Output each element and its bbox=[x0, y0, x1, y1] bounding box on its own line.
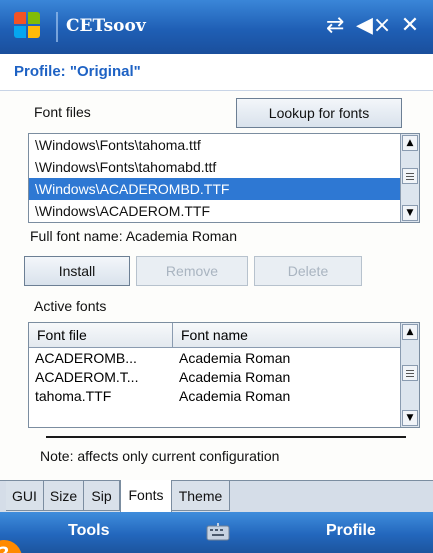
list-item-selected[interactable]: \Windows\ACADEROMBD.TTF bbox=[29, 178, 419, 200]
connectivity-icon[interactable]: ⇄ bbox=[326, 14, 344, 38]
tab-gui[interactable]: GUI bbox=[6, 481, 44, 511]
scroll-up-icon[interactable]: ▲ bbox=[402, 324, 418, 340]
screen: CETsoov ⇄ ◀× ✕ Profile: "Original" Font … bbox=[0, 0, 433, 553]
scroll-up-icon[interactable]: ▲ bbox=[402, 135, 418, 151]
note-text: Note: affects only current configuration bbox=[40, 448, 280, 464]
profile-header: Profile: "Original" bbox=[0, 54, 433, 91]
title-bar: CETsoov ⇄ ◀× ✕ bbox=[0, 0, 433, 54]
remove-button[interactable]: Remove bbox=[136, 256, 248, 286]
cell-font-name: Academia Roman bbox=[179, 350, 291, 366]
close-icon[interactable]: ✕ bbox=[396, 12, 424, 40]
font-files-scrollbar[interactable]: ▲ ▼ bbox=[400, 134, 419, 222]
scroll-down-icon[interactable]: ▼ bbox=[402, 410, 418, 426]
menu-bar: Tools Profile bbox=[0, 512, 433, 553]
tab-fonts[interactable]: Fonts bbox=[120, 480, 172, 512]
scroll-thumb[interactable] bbox=[402, 365, 418, 381]
tab-size[interactable]: Size bbox=[44, 481, 84, 511]
keyboard-icon[interactable] bbox=[206, 522, 230, 542]
cell-font-file: tahoma.TTF bbox=[35, 388, 112, 404]
tools-menu[interactable]: Tools bbox=[68, 522, 109, 540]
active-fonts-label: Active fonts bbox=[34, 298, 107, 314]
grid-header: Font file Font name bbox=[29, 323, 402, 348]
lookup-fonts-button[interactable]: Lookup for fonts bbox=[236, 98, 402, 128]
column-header-font-file[interactable]: Font file bbox=[29, 323, 173, 347]
tab-sip[interactable]: Sip bbox=[84, 481, 120, 511]
cell-font-file: ACADEROM.T... bbox=[35, 369, 139, 385]
active-fonts-grid[interactable]: Font file Font name ACADEROMB... Academi… bbox=[28, 322, 420, 428]
cell-font-name: Academia Roman bbox=[179, 388, 291, 404]
profile-title: Profile: "Original" bbox=[14, 63, 141, 80]
list-item[interactable]: \Windows\Fonts\tahomabd.ttf bbox=[29, 156, 419, 178]
app-title: CETsoov bbox=[66, 16, 146, 36]
font-files-list[interactable]: \Windows\Fonts\tahoma.ttf \Windows\Fonts… bbox=[28, 133, 420, 223]
windows-start-icon[interactable] bbox=[14, 12, 42, 40]
grid-body: ACADEROMB... Academia Roman ACADEROM.T..… bbox=[29, 349, 402, 406]
scroll-thumb[interactable] bbox=[402, 168, 418, 184]
tab-theme[interactable]: Theme bbox=[172, 481, 230, 511]
column-header-font-name[interactable]: Font name bbox=[173, 323, 402, 347]
cell-font-file: ACADEROMB... bbox=[35, 350, 137, 366]
cell-font-name: Academia Roman bbox=[179, 369, 291, 385]
delete-button[interactable]: Delete bbox=[254, 256, 362, 286]
install-button[interactable]: Install bbox=[24, 256, 130, 286]
scroll-down-icon[interactable]: ▼ bbox=[402, 205, 418, 221]
speaker-mute-icon[interactable]: ◀× bbox=[356, 14, 391, 38]
list-item[interactable]: \Windows\ACADEROM.TTF bbox=[29, 200, 419, 222]
profile-menu[interactable]: Profile bbox=[326, 522, 376, 540]
list-item[interactable]: \Windows\Fonts\tahoma.ttf bbox=[29, 134, 419, 156]
divider bbox=[46, 436, 406, 438]
table-row[interactable]: tahoma.TTF Academia Roman bbox=[29, 387, 402, 406]
table-row[interactable]: ACADEROM.T... Academia Roman bbox=[29, 368, 402, 387]
font-files-label: Font files bbox=[34, 104, 91, 120]
full-font-name: Full font name: Academia Roman bbox=[30, 228, 237, 244]
title-separator bbox=[56, 12, 58, 42]
table-row[interactable]: ACADEROMB... Academia Roman bbox=[29, 349, 402, 368]
active-fonts-scrollbar[interactable]: ▲ ▼ bbox=[400, 323, 419, 427]
tab-strip: GUI Size Sip Fonts Theme bbox=[0, 480, 433, 513]
